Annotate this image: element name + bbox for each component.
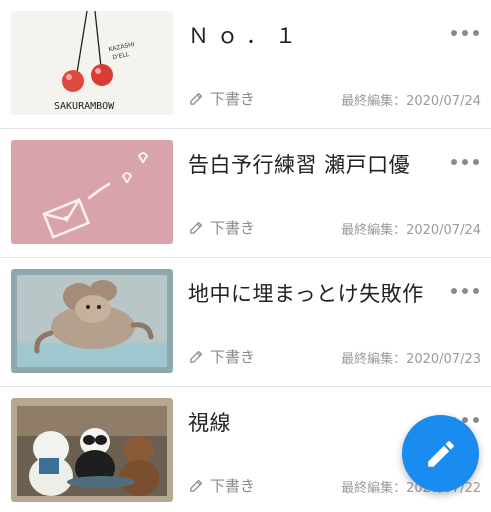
edit-pencil-icon [190, 350, 203, 363]
draft-label: 下書き [210, 219, 256, 237]
edit-pencil-icon [190, 92, 203, 105]
pink-envelope-hearts-image [11, 140, 173, 244]
note-title: 告白予行練習 瀬戸口優 [188, 153, 411, 177]
note-item[interactable]: KAZASHI D'ELL SAKURAMBOW Ｎｏ．１ 下書き 最終編集：2… [0, 0, 491, 128]
note-thumbnail [11, 398, 173, 502]
draft-label: 下書き [210, 90, 256, 108]
note-thumbnail [11, 140, 173, 244]
edit-pencil-icon [190, 221, 203, 234]
last-edited-date: 最終編集：2020/07/23 [341, 352, 481, 367]
more-options-icon[interactable] [451, 28, 479, 38]
more-options-icon[interactable] [451, 286, 479, 296]
note-thumbnail [11, 269, 173, 373]
three-bears-cartoon-image [11, 398, 173, 502]
new-note-fab[interactable] [402, 415, 479, 492]
notes-list: KAZASHI D'ELL SAKURAMBOW Ｎｏ．１ 下書き 最終編集：2… [0, 0, 491, 512]
draft-status: 下書き [188, 217, 255, 238]
cartoon-mouse-image [11, 269, 173, 373]
last-edited-date: 最終編集：2020/07/24 [341, 94, 481, 109]
draft-label: 下書き [210, 348, 256, 366]
draft-status: 下書き [188, 346, 255, 367]
note-title: 地中に埋まっとけ失敗作 [188, 282, 424, 306]
edit-pencil-icon [190, 479, 203, 492]
last-edited-date: 最終編集：2020/07/24 [341, 223, 481, 238]
pencil-icon [427, 440, 454, 467]
note-item[interactable]: 告白予行練習 瀬戸口優 下書き 最終編集：2020/07/24 [0, 129, 491, 257]
note-item[interactable]: 地中に埋まっとけ失敗作 下書き 最終編集：2020/07/23 [0, 258, 491, 386]
note-thumbnail: KAZASHI D'ELL SAKURAMBOW [11, 11, 173, 115]
note-title: Ｎｏ．１ [188, 24, 304, 48]
more-options-icon[interactable] [451, 157, 479, 167]
draft-status: 下書き [188, 88, 255, 109]
note-title: 視線 [188, 411, 231, 435]
draft-status: 下書き [188, 475, 255, 496]
cherries-sakurambow-image: KAZASHI D'ELL SAKURAMBOW [11, 11, 173, 115]
draft-label: 下書き [210, 477, 256, 495]
sakurambow-text: SAKURAMBOW [54, 101, 115, 112]
